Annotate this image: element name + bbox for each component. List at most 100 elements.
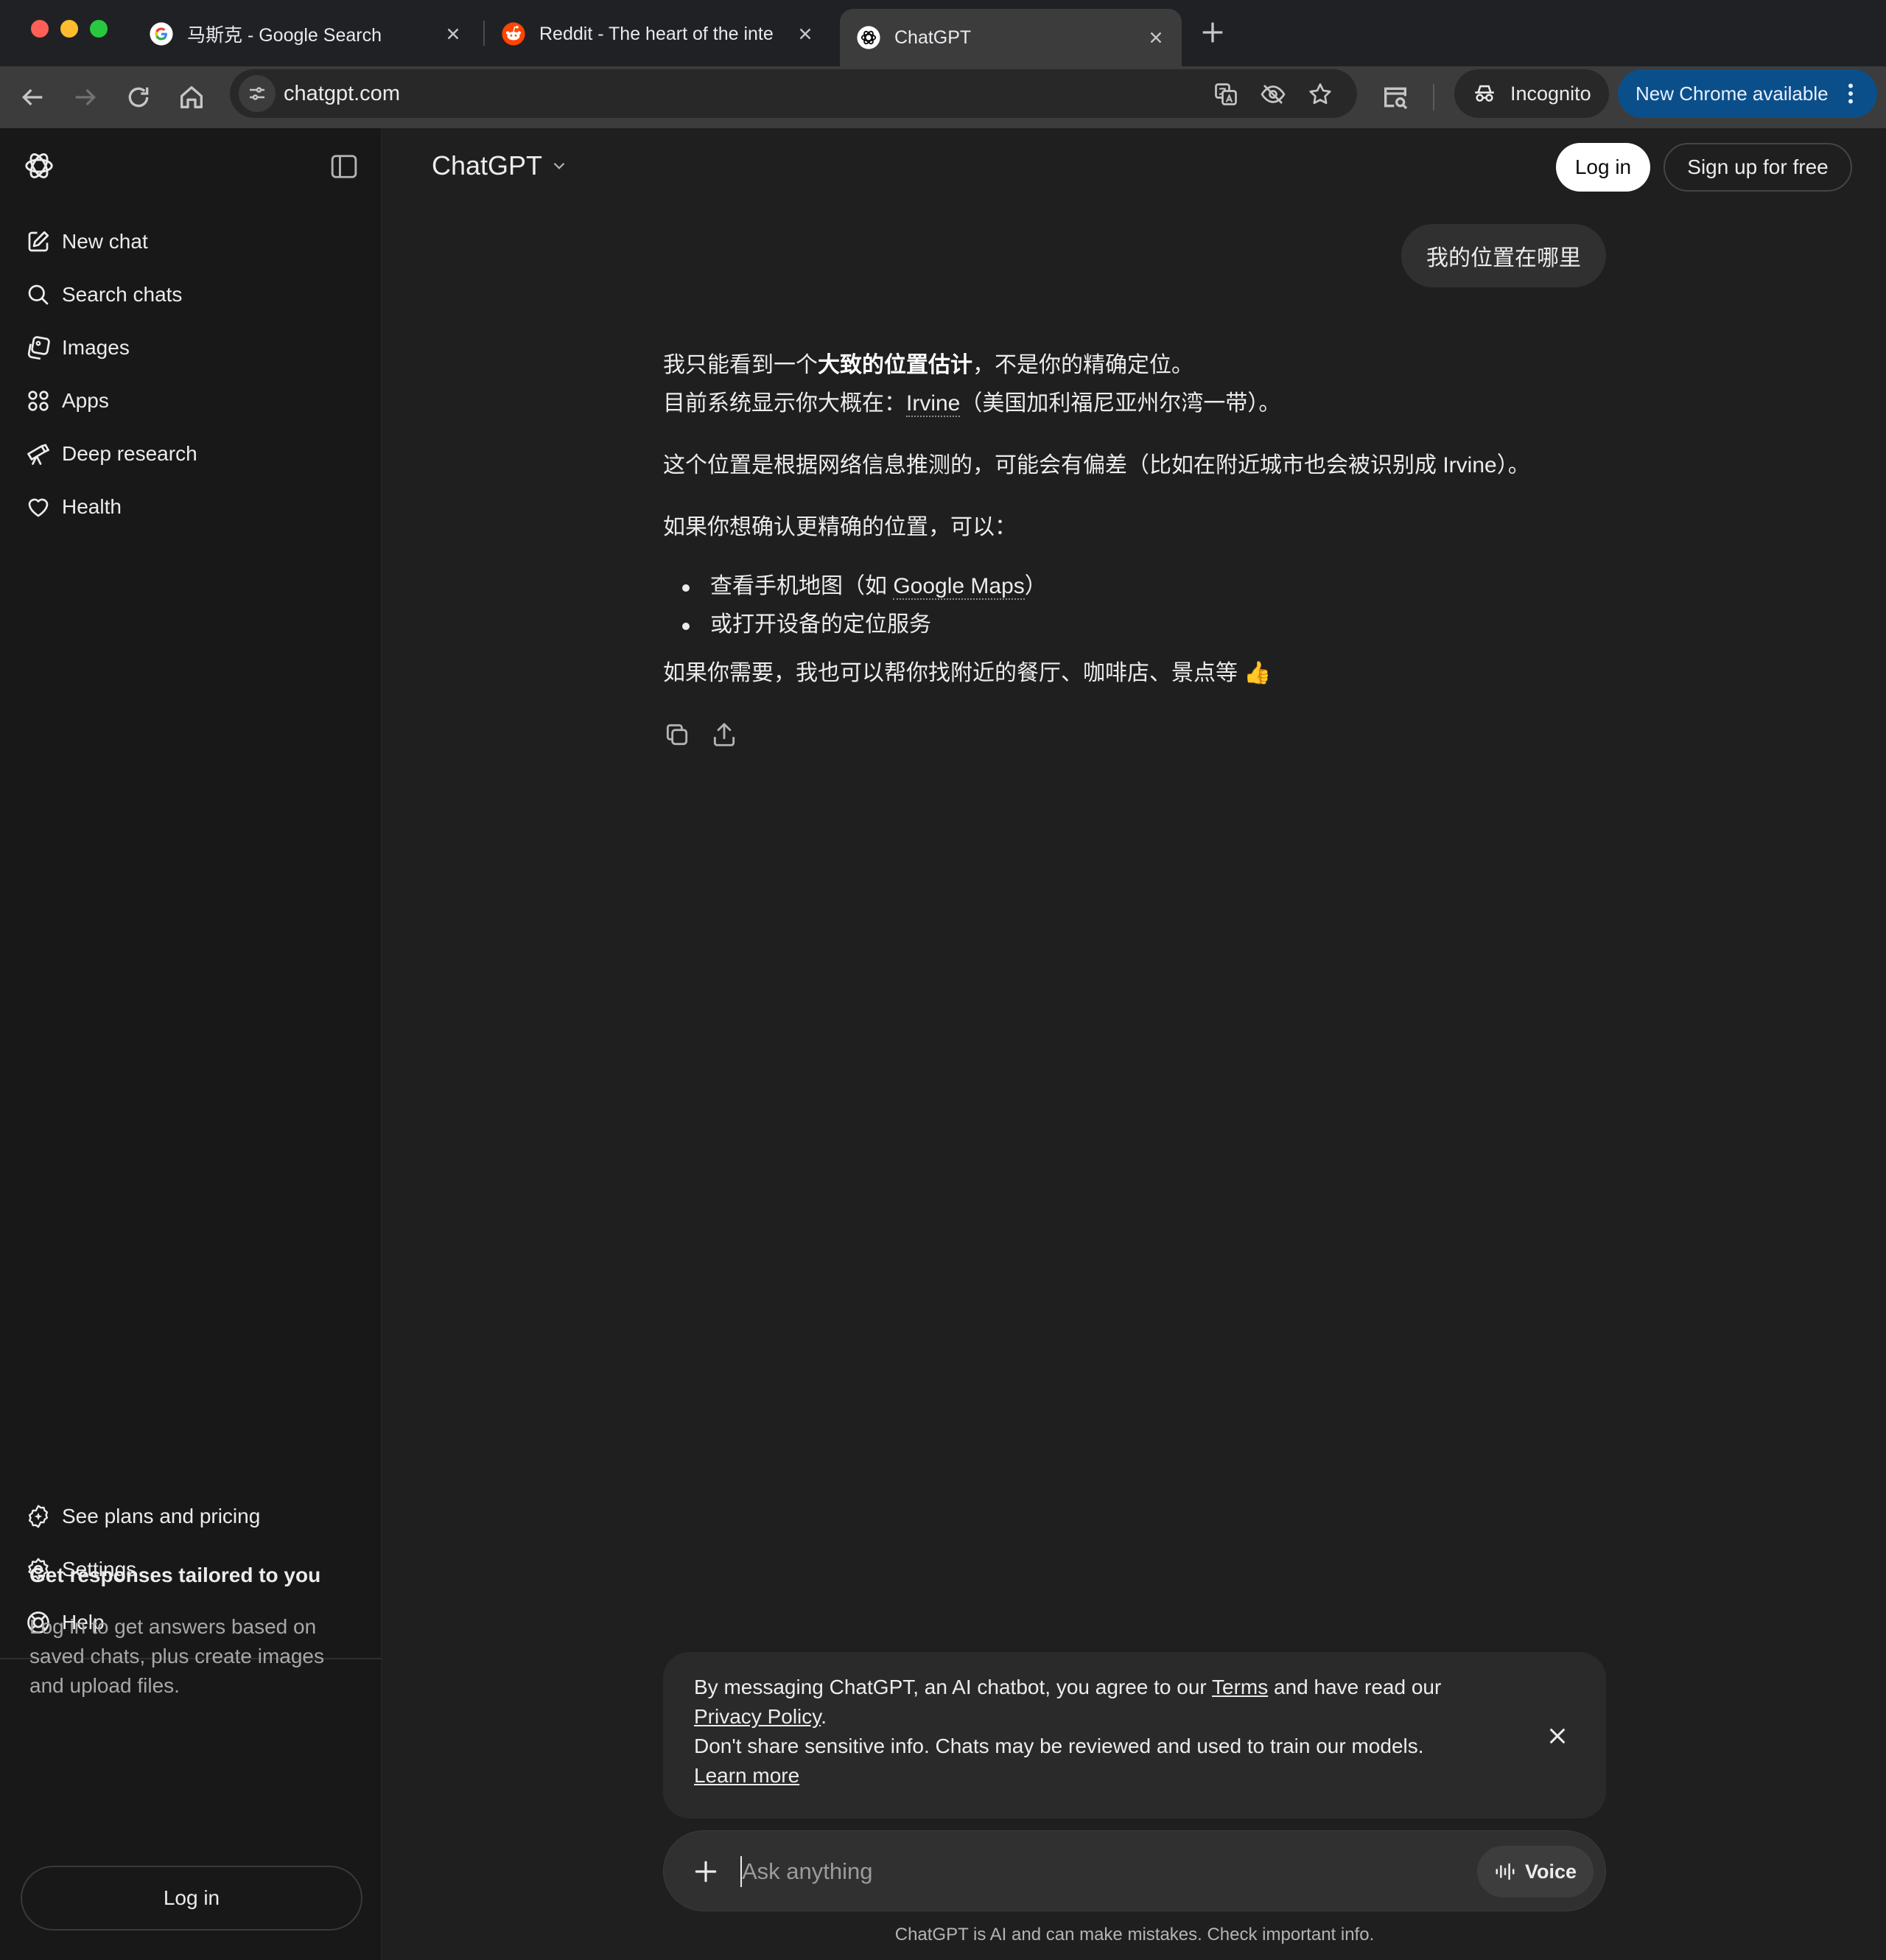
chevron-down-icon xyxy=(553,162,565,169)
toolbar-divider xyxy=(1433,84,1434,111)
images-icon xyxy=(27,336,50,360)
promo-title: Get responses tailored to you xyxy=(29,1564,321,1586)
tab-title: Reddit - The heart of the inte xyxy=(539,23,774,44)
sidebar-item-label: See plans and pricing xyxy=(62,1505,261,1527)
back-icon[interactable] xyxy=(18,83,47,112)
plus-icon[interactable] xyxy=(692,1858,720,1886)
message-actions xyxy=(663,721,757,749)
disclaimer-text: ChatGPT is AI and can make mistakes. Che… xyxy=(894,1925,1375,1945)
sidebar-item-apps[interactable]: Apps xyxy=(12,377,370,424)
google-maps-entity-link[interactable]: Google Maps xyxy=(893,574,1025,600)
privacy-policy-link[interactable]: Privacy Policy xyxy=(694,1705,821,1728)
new-tab-icon[interactable] xyxy=(1198,18,1227,47)
terms-link[interactable]: Terms xyxy=(1212,1676,1268,1698)
chatgpt-icon xyxy=(857,26,880,49)
telescope-icon xyxy=(27,444,50,465)
answer-paragraph: 如果你需要，我也可以帮你找附近的餐厅、咖啡店、景点等 👍 xyxy=(663,661,1272,685)
update-label: New Chrome available xyxy=(1636,82,1829,105)
user-message-bubble: 我的位置在哪里 xyxy=(1401,224,1606,287)
sparkle-badge-icon xyxy=(28,1505,49,1528)
notice-text-part: By messaging ChatGPT, an AI chatbot, you… xyxy=(694,1676,1213,1698)
answer-text: （美国加利福尼亚州尔湾一带）。 xyxy=(960,391,1281,416)
answer-text: 目前系统显示你大概在： xyxy=(663,391,906,416)
more-vert-icon[interactable] xyxy=(1842,80,1859,107)
sidebar-item-label: Apps xyxy=(62,389,109,412)
list-item: 或打开设备的定位服务 xyxy=(663,606,1613,644)
list-item: 查看手机地图（如 Google Maps） xyxy=(663,567,1613,606)
apps-icon xyxy=(28,391,49,411)
model-selector[interactable]: ChatGPT xyxy=(432,150,569,181)
sidebar-login-button[interactable]: Log in xyxy=(21,1866,362,1931)
voice-waveform-icon xyxy=(1496,1863,1515,1880)
browser-toolbar: chatgpt.com Incognito New Chrome availab… xyxy=(0,66,1886,128)
prompt-input[interactable] xyxy=(742,1850,1375,1893)
copy-icon[interactable] xyxy=(663,721,691,749)
notice-text-part: Don't share sensitive info. Chats may be… xyxy=(694,1735,1424,1757)
tab-chatgpt[interactable]: ChatGPT xyxy=(840,9,1182,66)
tab-search-icon[interactable] xyxy=(1381,83,1410,112)
eye-off-icon[interactable] xyxy=(1260,81,1286,108)
sidebar-item-new-chat[interactable]: New chat xyxy=(12,218,370,265)
openai-logo-icon[interactable] xyxy=(22,149,56,183)
learn-more-link[interactable]: Learn more xyxy=(694,1764,799,1787)
notice-text-part: and have read our xyxy=(1268,1676,1442,1698)
header-login-button[interactable]: Log in xyxy=(1556,143,1650,192)
voice-button[interactable]: Voice xyxy=(1477,1846,1594,1897)
answer-bold-text: 大致的位置估计 xyxy=(818,353,972,377)
heart-icon xyxy=(28,498,49,517)
assistant-message: 我只能看到一个大致的位置估计，不是你的精确定位。 目前系统显示你大概在：Irvi… xyxy=(663,346,1613,716)
incognito-indicator[interactable]: Incognito xyxy=(1454,69,1609,118)
sidebar-item-label: Health xyxy=(62,495,122,518)
sidebar-item-search-chats[interactable]: Search chats xyxy=(12,271,370,318)
model-label: ChatGPT xyxy=(432,150,543,181)
irvine-entity-link[interactable]: Irvine xyxy=(906,391,961,417)
window-close-button[interactable] xyxy=(31,20,49,38)
sidebar-item-label: Images xyxy=(62,336,130,359)
header-signup-button[interactable]: Sign up for free xyxy=(1664,143,1852,192)
home-icon[interactable] xyxy=(177,83,206,112)
tab-google-search[interactable]: 马斯克 - Google Search xyxy=(133,9,479,59)
answer-list: 查看手机地图（如 Google Maps） 或打开设备的定位服务 xyxy=(663,567,1613,644)
sidebar-item-label: Search chats xyxy=(62,283,183,306)
notice-text: By messaging ChatGPT, an AI chatbot, you… xyxy=(694,1673,1504,1791)
answer-paragraph: 这个位置是根据网络信息推测的，可能会有偏差（比如在附近城市也会被识别成 Irvi… xyxy=(663,453,1530,477)
share-icon[interactable] xyxy=(710,721,738,749)
answer-text: 我只能看到一个 xyxy=(663,353,818,377)
close-icon[interactable] xyxy=(1146,28,1165,47)
star-icon[interactable] xyxy=(1307,81,1333,108)
search-icon xyxy=(28,284,49,305)
sidebar-item-label: New chat xyxy=(62,230,148,253)
composer: Voice xyxy=(663,1830,1606,1911)
answer-text: ） xyxy=(1024,574,1047,598)
tab-title: 马斯克 - Google Search xyxy=(187,25,382,46)
close-icon[interactable] xyxy=(444,24,463,43)
new-chrome-available-button[interactable]: New Chrome available xyxy=(1618,69,1877,118)
translate-icon[interactable] xyxy=(1213,81,1239,108)
sidebar-item-plans-pricing[interactable]: See plans and pricing xyxy=(12,1493,370,1540)
voice-label: Voice xyxy=(1524,1860,1577,1883)
sidebar-item-health[interactable]: Health xyxy=(12,483,370,531)
sidebar-toggle-icon[interactable] xyxy=(330,153,358,180)
address-bar[interactable]: chatgpt.com xyxy=(230,69,1357,118)
sidebar-item-label: Deep research xyxy=(62,442,197,465)
answer-paragraph: 如果你想确认更精确的位置，可以： xyxy=(663,515,1017,539)
sidebar-item-images[interactable]: Images xyxy=(12,324,370,371)
browser-tab-strip: 马斯克 - Google Search Reddit - The heart o… xyxy=(0,0,1886,66)
answer-paragraph: 目前系统显示你大概在：Irvine（美国加利福尼亚州尔湾一带）。 xyxy=(663,385,1613,423)
url-text[interactable]: chatgpt.com xyxy=(284,82,400,106)
window-minimize-button[interactable] xyxy=(60,20,78,38)
tab-reddit[interactable]: Reddit - The heart of the inte xyxy=(485,9,831,59)
incognito-label: Incognito xyxy=(1510,82,1591,105)
close-icon[interactable] xyxy=(796,24,815,43)
window-zoom-button[interactable] xyxy=(90,20,108,38)
close-icon[interactable] xyxy=(1546,1724,1569,1748)
forward-icon[interactable] xyxy=(71,83,100,112)
notice-text-part: . xyxy=(821,1705,827,1728)
compose-icon xyxy=(28,231,49,252)
site-settings-icon[interactable] xyxy=(239,75,276,112)
reddit-icon xyxy=(502,22,525,46)
sidebar-item-deep-research[interactable]: Deep research xyxy=(12,430,370,477)
reload-icon[interactable] xyxy=(124,83,153,112)
promo-text: Log in to get answers based on saved cha… xyxy=(29,1615,324,1697)
sidebar: New chat Search chats Images Apps Deep r… xyxy=(0,128,382,1960)
